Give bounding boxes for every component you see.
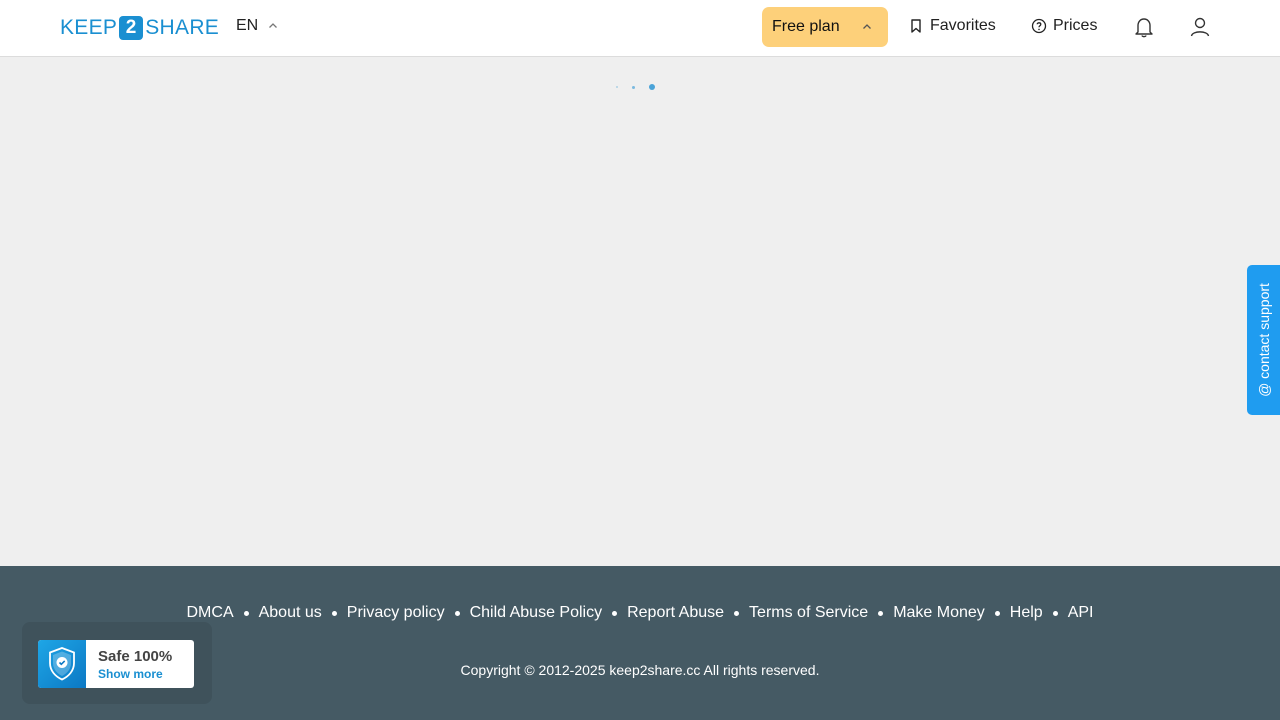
footer-link-api[interactable]: API	[1068, 604, 1094, 622]
loading-indicator	[616, 84, 655, 90]
favorites-link[interactable]: Favorites	[908, 17, 996, 35]
contact-support-label: @ contact support	[1255, 283, 1272, 397]
footer-link-dmca[interactable]: DMCA	[187, 604, 234, 622]
footer-link-terms-of-service[interactable]: Terms of Service	[749, 604, 868, 622]
separator-dot	[1052, 610, 1058, 616]
logo[interactable]: KEEP 2 SHARE	[60, 15, 219, 41]
footer-link-report-abuse[interactable]: Report Abuse	[627, 604, 724, 622]
help-circle-icon	[1031, 18, 1047, 34]
language-selector[interactable]: EN	[236, 17, 278, 35]
safe-badge-container: Safe 100% Show more	[22, 622, 212, 704]
free-plan-button[interactable]: Free plan	[762, 7, 888, 47]
header: KEEP 2 SHARE EN Free plan Favorites Pric…	[0, 0, 1280, 57]
shield-check-icon	[49, 647, 75, 681]
logo-two: 2	[119, 16, 144, 40]
footer-link-about-us[interactable]: About us	[259, 604, 322, 622]
footer-link-child-abuse-policy[interactable]: Child Abuse Policy	[470, 604, 603, 622]
bookmark-icon	[911, 19, 921, 33]
separator-dot	[878, 610, 884, 616]
loader-dot	[616, 86, 618, 88]
prices-label: Prices	[1053, 17, 1098, 34]
chevron-up-icon	[269, 23, 278, 28]
prices-link[interactable]: Prices	[1031, 17, 1097, 35]
bell-icon[interactable]	[1131, 14, 1157, 40]
footer-links: DMCA About us Privacy policy Child Abuse…	[0, 604, 1280, 622]
separator-dot	[994, 610, 1000, 616]
separator-dot	[243, 610, 249, 616]
separator-dot	[454, 610, 460, 616]
safe-badge-title: Safe 100%	[98, 648, 173, 665]
separator-dot	[734, 610, 740, 616]
footer-link-privacy-policy[interactable]: Privacy policy	[347, 604, 445, 622]
logo-keep: KEEP	[60, 16, 118, 39]
footer-link-help[interactable]: Help	[1010, 604, 1043, 622]
language-label: EN	[236, 17, 259, 34]
loader-dot	[632, 85, 635, 89]
free-plan-label: Free plan	[772, 18, 840, 35]
user-icon[interactable]	[1187, 14, 1213, 40]
chevron-up-icon	[863, 24, 871, 29]
separator-dot	[331, 610, 337, 616]
shield-box	[38, 640, 86, 688]
safe-badge-show-more[interactable]: Show more	[98, 667, 163, 681]
safe-badge[interactable]: Safe 100% Show more	[38, 640, 194, 688]
footer-link-make-money[interactable]: Make Money	[893, 604, 985, 622]
separator-dot	[612, 610, 618, 616]
favorites-label: Favorites	[930, 17, 996, 34]
loader-dot	[649, 84, 655, 90]
contact-support-tab[interactable]: @ contact support	[1247, 265, 1280, 415]
logo-share: SHARE	[145, 16, 220, 39]
